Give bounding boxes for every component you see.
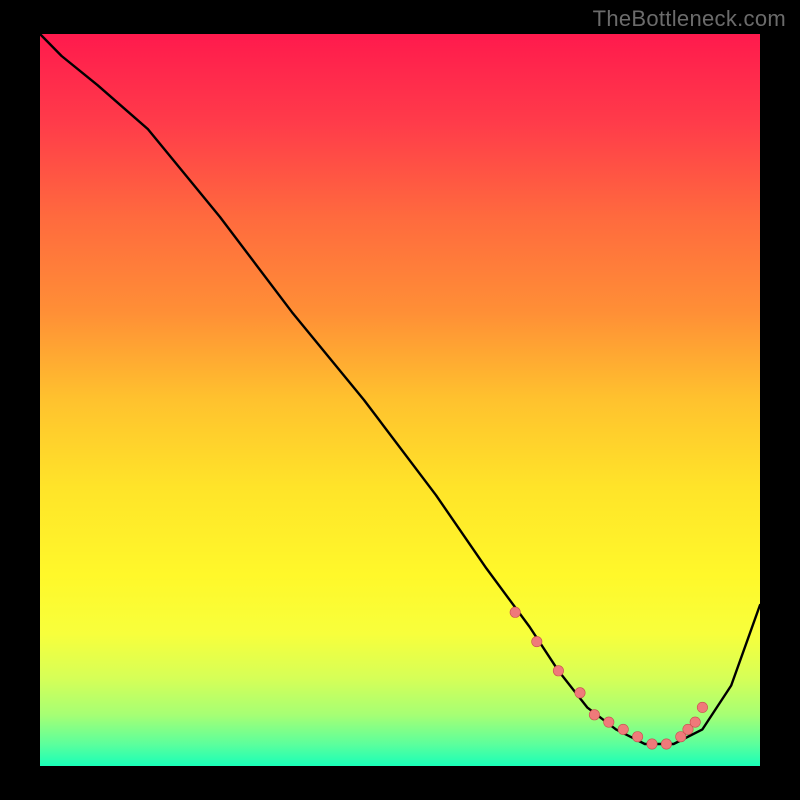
curve-marker	[661, 739, 671, 749]
plot-area	[40, 34, 760, 766]
curve-marker	[553, 666, 563, 676]
curve-marker	[697, 702, 707, 712]
curve-marker	[589, 710, 599, 720]
curve-marker	[618, 724, 628, 734]
curve-marker	[632, 732, 642, 742]
curve-marker	[532, 636, 542, 646]
curve-marker	[690, 717, 700, 727]
curve-marker	[604, 717, 614, 727]
watermark-text: TheBottleneck.com	[593, 6, 786, 32]
curve-marker	[575, 688, 585, 698]
curve-marker	[510, 607, 520, 617]
curve-marker	[647, 739, 657, 749]
chart-svg	[40, 34, 760, 766]
chart-frame: TheBottleneck.com	[0, 0, 800, 800]
